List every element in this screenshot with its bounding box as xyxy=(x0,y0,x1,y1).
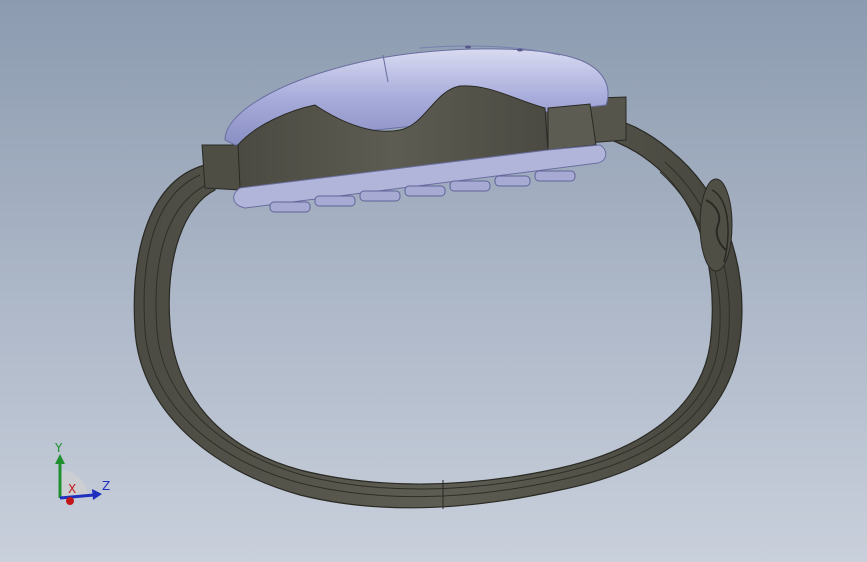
y-axis-label: Y xyxy=(54,441,63,455)
coordinate-triad: Y Z X xyxy=(54,441,110,505)
x-axis-label: X xyxy=(68,482,76,496)
z-axis-label: Z xyxy=(102,479,110,493)
clasp-emblem xyxy=(699,178,733,272)
graphics-viewport[interactable]: Y Z X xyxy=(0,0,867,562)
bracelet-model[interactable] xyxy=(0,0,867,562)
x-axis-origin xyxy=(66,497,74,505)
